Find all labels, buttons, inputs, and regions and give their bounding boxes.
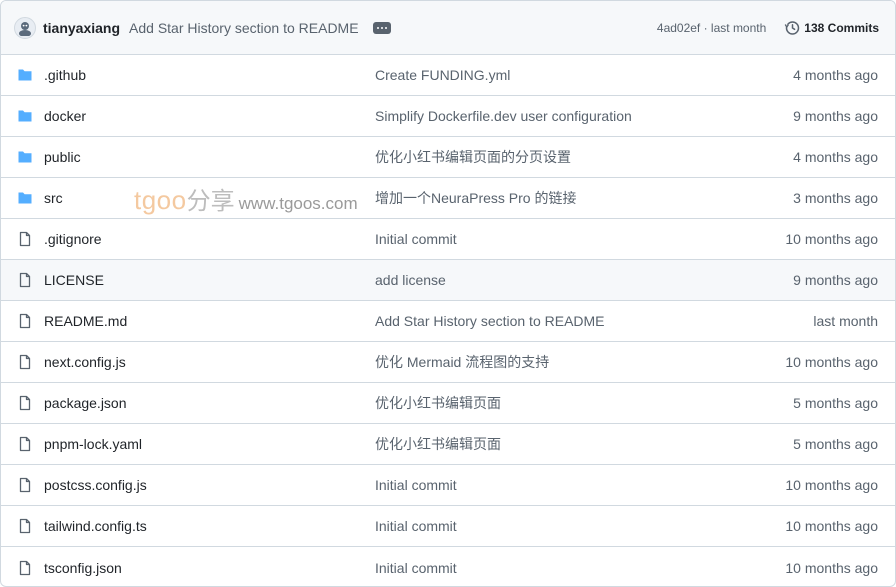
file-list: .github Create FUNDING.yml 4 months ago doc… xyxy=(1,55,895,586)
commit-message-link[interactable]: Simplify Dockerfile.dev user configurati… xyxy=(375,108,688,124)
file-name-link[interactable]: .gitignore xyxy=(44,231,375,247)
folder-icon xyxy=(1,67,44,83)
file-name-link[interactable]: postcss.config.js xyxy=(44,477,375,493)
commit-date: 10 months ago xyxy=(785,559,878,576)
commit-message-link[interactable]: 优化小红书编辑页面 xyxy=(375,393,688,413)
file-row[interactable]: package.json 优化小红书编辑页面 5 months ago xyxy=(1,383,895,424)
avatar-icon xyxy=(19,21,31,36)
file-name-link[interactable]: public xyxy=(44,149,375,165)
file-name-link[interactable]: tsconfig.json xyxy=(44,560,375,576)
file-row[interactable]: docker Simplify Dockerfile.dev user confi… xyxy=(1,96,895,137)
commit-date: 10 months ago xyxy=(785,477,878,493)
folder-icon xyxy=(1,149,44,165)
commit-message-link[interactable]: add license xyxy=(375,272,688,288)
file-row[interactable]: README.md Add Star History section to REA… xyxy=(1,301,895,342)
commits-count: 138 Commits xyxy=(804,20,879,35)
author-avatar[interactable] xyxy=(14,16,36,39)
file-name-link[interactable]: README.md xyxy=(44,313,375,329)
commit-message-link[interactable]: Initial commit xyxy=(375,518,688,534)
file-row[interactable]: postcss.config.js Initial commit 10 months… xyxy=(1,465,895,506)
file-icon xyxy=(1,395,44,411)
commit-message-link[interactable]: Add Star History section to README xyxy=(375,313,688,329)
file-name-link[interactable]: src xyxy=(44,190,375,206)
commit-sha-time[interactable]: 4ad02ef · last month xyxy=(657,21,766,35)
file-row[interactable]: LICENSE add license 9 months ago xyxy=(1,260,895,301)
file-name-link[interactable]: pnpm-lock.yaml xyxy=(44,436,375,452)
commit-date: 9 months ago xyxy=(793,108,878,124)
commit-message-link[interactable]: 优化 Mermaid 流程图的支持 xyxy=(375,352,688,372)
file-name-link[interactable]: docker xyxy=(44,108,375,124)
commit-message-link[interactable]: 优化小红书编辑页面 xyxy=(375,434,688,454)
commit-message-link[interactable]: Create FUNDING.yml xyxy=(375,67,688,83)
file-row[interactable]: tailwind.config.ts Initial commit 10 month… xyxy=(1,506,895,547)
commit-message-link[interactable]: Initial commit xyxy=(375,477,688,493)
file-icon xyxy=(1,272,44,288)
file-icon xyxy=(1,313,44,329)
file-row[interactable]: tsconfig.json Initial commit 10 months ago xyxy=(1,547,895,586)
file-browser: tianyaxiang Add Star History section to … xyxy=(0,0,896,587)
file-icon xyxy=(1,436,44,452)
file-icon xyxy=(1,477,44,493)
file-row[interactable]: src 增加一个NeuraPress Pro 的链接 3 months ago xyxy=(1,178,895,219)
commit-date: 5 months ago xyxy=(793,436,878,452)
file-row[interactable]: pnpm-lock.yaml 优化小红书编辑页面 5 months ago xyxy=(1,424,895,465)
file-name-link[interactable]: LICENSE xyxy=(44,272,375,288)
commit-date: 10 months ago xyxy=(785,518,878,534)
file-name-link[interactable]: next.config.js xyxy=(44,354,375,370)
commit-date: 4 months ago xyxy=(793,149,878,165)
commit-date: 10 months ago xyxy=(785,231,878,247)
history-icon xyxy=(784,20,800,35)
file-name-link[interactable]: package.json xyxy=(44,395,375,411)
commit-message-link[interactable]: 优化小红书编辑页面的分页设置 xyxy=(375,147,688,167)
folder-icon xyxy=(1,108,44,124)
file-icon xyxy=(1,518,44,534)
file-row[interactable]: next.config.js 优化 Mermaid 流程图的支持 10 months… xyxy=(1,342,895,383)
commit-date: 10 months ago xyxy=(785,354,878,370)
commit-date: 4 months ago xyxy=(793,67,878,83)
latest-commit-bar: tianyaxiang Add Star History section to … xyxy=(1,1,895,55)
commit-date: 3 months ago xyxy=(793,190,878,206)
file-row[interactable]: .gitignore Initial commit 10 months ago xyxy=(1,219,895,260)
commit-message-link[interactable]: 增加一个NeuraPress Pro 的链接 xyxy=(375,188,688,208)
file-row[interactable]: public 优化小红书编辑页面的分页设置 4 months ago xyxy=(1,137,895,178)
file-row[interactable]: .github Create FUNDING.yml 4 months ago xyxy=(1,55,895,96)
file-icon xyxy=(1,354,44,370)
file-icon xyxy=(1,231,44,247)
commit-date: 5 months ago xyxy=(793,395,878,411)
commit-message-link[interactable]: Initial commit xyxy=(375,231,688,247)
commit-date: 9 months ago xyxy=(793,272,878,288)
commit-date: last month xyxy=(813,313,878,329)
file-icon xyxy=(1,560,44,576)
latest-commit-message[interactable]: Add Star History section to README xyxy=(129,20,359,36)
file-name-link[interactable]: .github xyxy=(44,67,375,83)
folder-icon xyxy=(1,190,44,206)
file-name-link[interactable]: tailwind.config.ts xyxy=(44,518,375,534)
commits-link[interactable]: 138 Commits xyxy=(784,20,879,36)
commit-message-link[interactable]: Initial commit xyxy=(375,560,688,576)
commit-author[interactable]: tianyaxiang xyxy=(43,20,120,36)
expand-commit-button[interactable] xyxy=(372,21,391,34)
